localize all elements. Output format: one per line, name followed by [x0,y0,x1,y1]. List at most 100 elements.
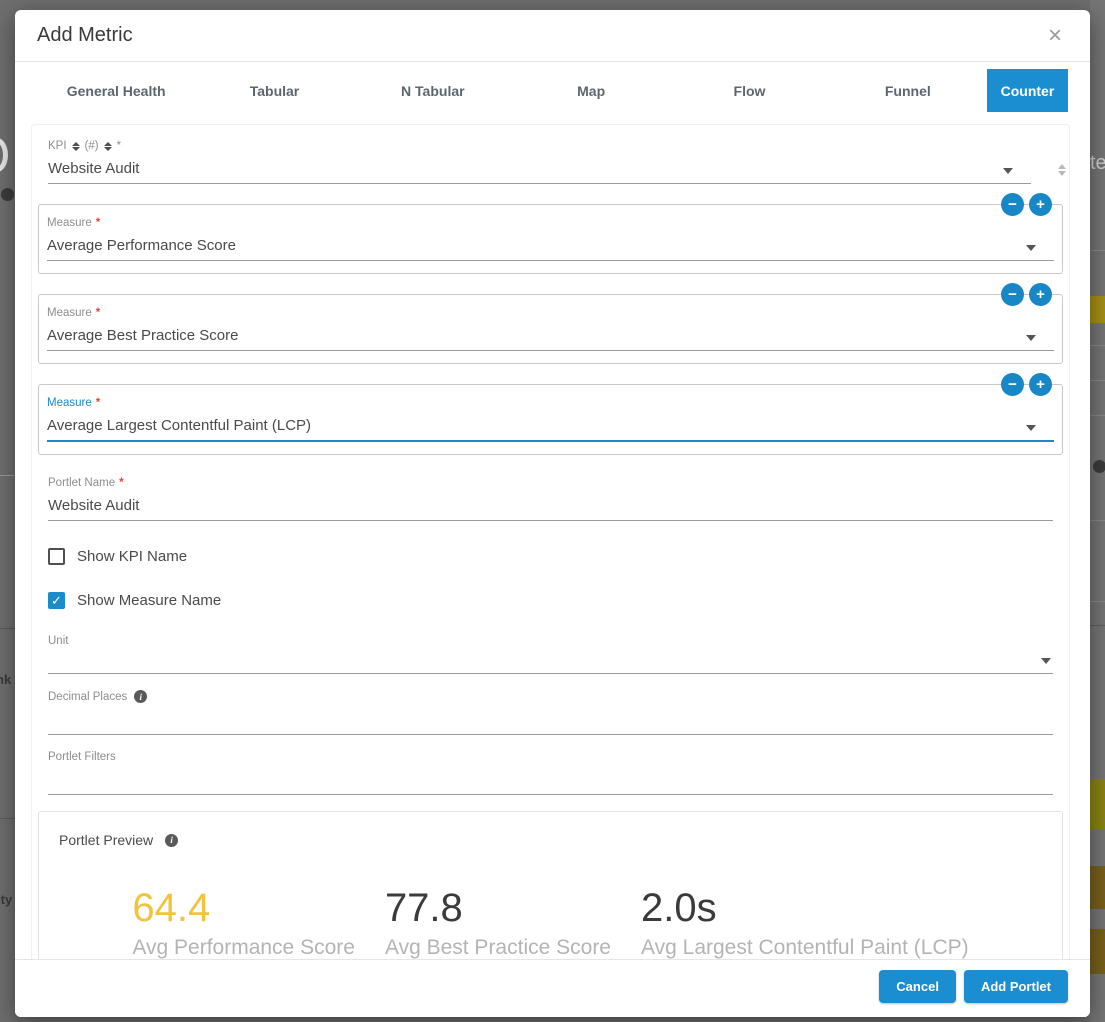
remove-measure-button[interactable]: − [1001,193,1024,216]
form-panel: KPI (#) * Website Audit − + Measure* A [31,124,1070,1010]
measure-label: Measure * [47,307,1054,319]
unit-field: Unit [38,635,1063,674]
add-portlet-button[interactable]: Add Portlet [964,970,1068,1003]
background-line [0,818,15,819]
chevron-down-icon[interactable] [1003,168,1013,174]
metric-value: 2.0s [641,886,969,930]
measure-label-text: Measure [47,217,92,229]
add-measure-button[interactable]: + [1029,283,1052,306]
info-icon[interactable]: i [165,834,178,847]
portlet-filters-field: Portlet Filters [38,751,1063,795]
add-measure-button[interactable]: + [1029,193,1052,216]
measure-select-value: Average Performance Score [47,236,1054,255]
portlet-name-input[interactable]: Website Audit [48,496,1053,521]
background-color-block [1090,296,1105,323]
preview-metric-performance: 64.4 Avg Performance Score [132,886,355,960]
background-line [1090,625,1105,626]
show-measure-name-checkbox[interactable]: ✓ [48,592,65,609]
spinner-icon[interactable] [1058,164,1066,176]
kpi-label: KPI (#) * [48,140,1053,152]
tab-tabular[interactable]: Tabular [195,69,353,112]
decimal-places-label: Decimal Places i [48,690,1053,703]
tab-map[interactable]: Map [512,69,670,112]
show-kpi-name-checkbox[interactable] [48,548,65,565]
check-icon: ✓ [51,593,62,609]
remove-measure-button[interactable]: − [1001,283,1024,306]
portlet-name-label-text: Portlet Name [48,477,115,489]
measure-label: Measure * [47,397,1054,409]
chevron-down-icon[interactable] [1026,245,1036,251]
background-line [0,628,15,629]
portlet-filters-value [48,770,1053,789]
background-line [1090,380,1105,381]
required-marker: * [117,140,121,152]
background-overlay-left: nk ity [0,0,15,1022]
metric-label: Avg Performance Score [132,936,355,960]
background-color-block [1090,866,1105,909]
cancel-button[interactable]: Cancel [879,970,956,1003]
kpi-label-suffix: (#) [85,140,99,152]
close-icon[interactable]: × [1042,22,1068,50]
measure-select-1[interactable]: Average Performance Score [47,236,1054,261]
measure-select-value: Average Largest Contentful Paint (LCP) [47,416,1054,435]
unit-select-value [48,654,1053,668]
measure-label-text: Measure [47,397,92,409]
tab-funnel[interactable]: Funnel [829,69,987,112]
tab-flow[interactable]: Flow [670,69,828,112]
dialog-header: Add Metric × [15,10,1090,62]
background-color-block [1090,779,1105,829]
kpi-select[interactable]: Website Audit [48,159,1031,184]
background-overlay-right: te [1090,0,1105,1022]
background-shape [0,138,8,172]
info-icon[interactable]: i [134,690,147,703]
remove-measure-button[interactable]: − [1001,373,1024,396]
kpi-field: KPI (#) * Website Audit [38,140,1063,184]
preview-metrics-row: 64.4 Avg Performance Score 77.8 Avg Best… [59,886,1042,960]
show-kpi-name-row[interactable]: Show KPI Name [38,548,1063,565]
required-marker: * [96,217,100,229]
tab-counter[interactable]: Counter [987,69,1068,112]
decimal-places-value [48,710,1053,729]
show-measure-name-label: Show Measure Name [77,592,221,609]
measure-group-2: − + Measure* Average Best Practice Score [38,294,1063,364]
portlet-filters-label-text: Portlet Filters [48,751,116,763]
required-marker: * [96,397,100,409]
unit-select[interactable] [48,654,1053,674]
kpi-select-value: Website Audit [48,159,1031,178]
background-line [1090,345,1105,346]
decimal-places-field: Decimal Places i [38,690,1063,735]
measure-label: Measure * [47,217,1054,229]
background-line [1090,415,1105,416]
metric-type-tabs: General Health Tabular N Tabular Map Flo… [37,69,1068,112]
background-line [0,475,15,476]
measure-select-value: Average Best Practice Score [47,326,1054,345]
sort-icon [72,142,80,151]
add-measure-button[interactable]: + [1029,373,1052,396]
portlet-preview-title-text: Portlet Preview [59,832,153,848]
portlet-name-value: Website Audit [48,496,1053,515]
background-shape [1093,460,1105,473]
background-line [1090,601,1105,602]
portlet-preview-title: Portlet Preview i [59,832,1042,848]
metric-label: Avg Best Practice Score [385,936,611,960]
chevron-down-icon[interactable] [1041,658,1051,664]
background-color-block [1090,929,1105,974]
show-measure-name-row[interactable]: ✓ Show Measure Name [38,592,1063,609]
add-metric-dialog: Add Metric × General Health Tabular N Ta… [15,10,1090,1017]
chevron-down-icon[interactable] [1026,425,1036,431]
portlet-filters-input[interactable] [48,770,1053,795]
measure-select-3[interactable]: Average Largest Contentful Paint (LCP) [47,416,1054,442]
background-line [1090,250,1105,251]
background-shape [1,188,14,201]
background-line [1090,520,1105,521]
chevron-down-icon[interactable] [1026,335,1036,341]
required-marker: * [96,307,100,319]
tab-general-health[interactable]: General Health [37,69,195,112]
decimal-places-input[interactable] [48,710,1053,735]
portlet-filters-label: Portlet Filters [48,751,1053,763]
measure-label-text: Measure [47,307,92,319]
tab-n-tabular[interactable]: N Tabular [354,69,512,112]
metric-value: 77.8 [385,886,611,930]
measure-select-2[interactable]: Average Best Practice Score [47,326,1054,351]
kpi-label-text: KPI [48,140,67,152]
